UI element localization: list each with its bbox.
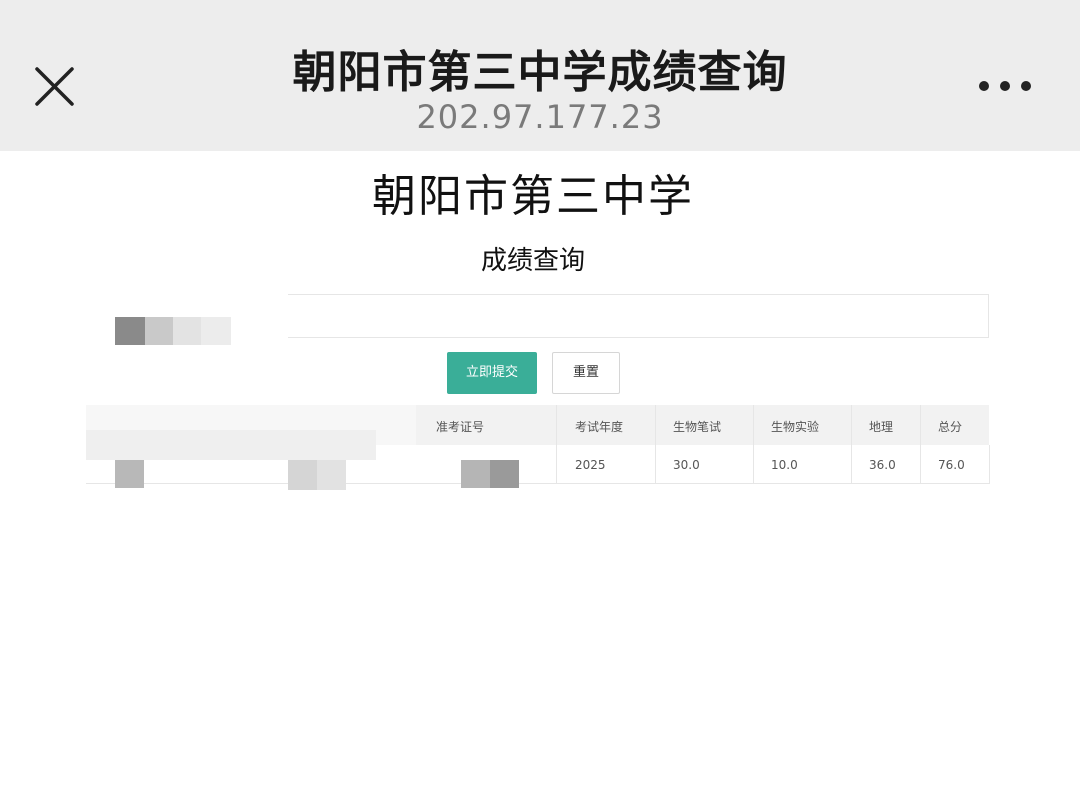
exam-number-input[interactable] [288,294,989,338]
table-row [86,445,990,484]
reset-button[interactable]: 重置 [552,352,620,394]
header-total: 总分 [938,420,963,434]
browser-url: 202.97.177.23 [416,98,664,136]
header-geography: 地理 [869,420,894,434]
browser-top-bar: 朝阳市第三中学成绩查询 202.97.177.23 [0,0,1080,151]
header-bio-lab: 生物实验 [771,420,820,434]
column-divider [851,405,852,483]
header-exam-number: 准考证号 [436,420,485,434]
pixelated-cell [461,460,519,488]
section-title: 成绩查询 [480,246,585,276]
column-divider [655,405,656,483]
pixelated-cell [115,460,144,488]
submit-button[interactable]: 立即提交 [447,352,537,394]
cell-geography: 36.0 [869,458,896,472]
column-divider [920,405,921,483]
more-icon[interactable] [972,70,1036,102]
pixelated-cell [288,460,346,490]
browser-page-title: 朝阳市第三中学成绩查询 [292,47,788,98]
column-divider [753,405,754,483]
cell-total: 76.0 [938,458,965,472]
cell-exam-year: 2025 [575,458,606,472]
header-bio-written: 生物笔试 [673,420,722,434]
cell-bio-lab: 10.0 [771,458,798,472]
header-exam-year: 考试年度 [575,420,624,434]
cell-bio-written: 30.0 [673,458,700,472]
school-name-heading: 朝阳市第三中学 [372,171,694,222]
pixelated-label [115,317,231,345]
column-divider [556,405,557,483]
